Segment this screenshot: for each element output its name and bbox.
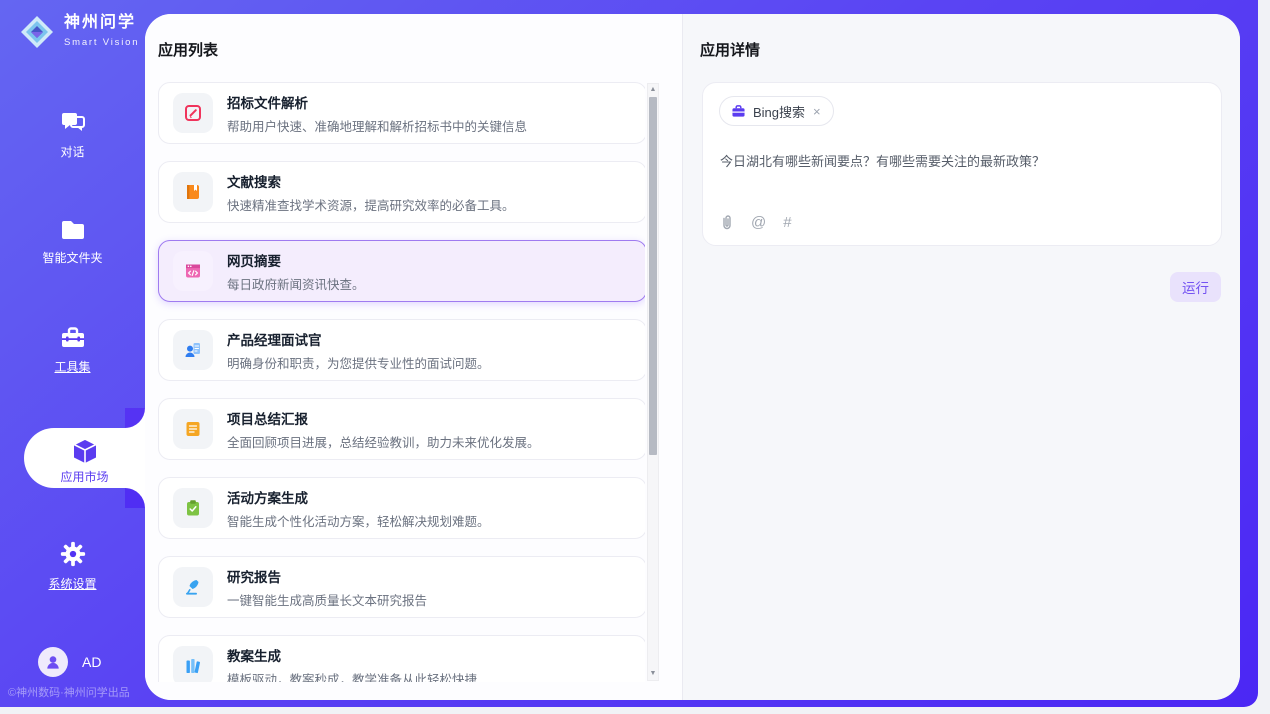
- report-icon: [173, 567, 213, 607]
- scrollbar-thumb[interactable]: [649, 97, 657, 455]
- app-card-title: 教案生成: [227, 645, 477, 665]
- user-account[interactable]: AD: [38, 647, 101, 677]
- app-window: 神州问学 Smart Vision 对话 智能文件夹: [0, 0, 1258, 707]
- brand-logo: 神州问学 Smart Vision: [18, 13, 145, 51]
- app-card-description: 快速精准查找学术资源，提高研究效率的必备工具。: [227, 195, 515, 214]
- content-panel: 应用列表 招标文件解析 帮助用户快速、准确地理解和解析招标书中的关键信息: [145, 14, 1240, 700]
- diamond-logo-icon: [18, 13, 56, 51]
- app-card-title: 研究报告: [227, 566, 427, 586]
- app-card-event-plan[interactable]: 活动方案生成 智能生成个性化活动方案，轻松解决规划难题。: [158, 477, 645, 539]
- sidebar-item-label: 智能文件夹: [0, 249, 145, 266]
- sidebar: 神州问学 Smart Vision 对话 智能文件夹: [0, 0, 145, 707]
- hash-icon[interactable]: #: [783, 215, 791, 230]
- cube-icon: [24, 436, 145, 466]
- sidebar-item-smart-folder[interactable]: 智能文件夹: [0, 218, 145, 266]
- sidebar-item-label: 对话: [0, 143, 145, 160]
- briefcase-icon: [731, 105, 746, 118]
- app-card-title: 文献搜索: [227, 171, 515, 191]
- scroll-down-arrow[interactable]: ▼: [648, 669, 658, 679]
- run-button[interactable]: 运行: [1170, 272, 1221, 302]
- user-name: AD: [82, 654, 101, 670]
- app-card-description: 帮助用户快速、准确地理解和解析招标书中的关键信息: [227, 116, 527, 135]
- tool-tag-label: Bing搜索: [753, 102, 805, 121]
- app-card-description: 明确身份和职责，为您提供专业性的面试问题。: [227, 353, 490, 372]
- app-card-title: 招标文件解析: [227, 92, 527, 112]
- prompt-toolbar: @ #: [720, 214, 792, 231]
- sidebar-item-label: 应用市场: [24, 468, 145, 485]
- sidebar-item-app-market[interactable]: 应用市场: [24, 428, 145, 488]
- app-card-title: 产品经理面试官: [227, 329, 490, 349]
- sidebar-item-settings[interactable]: 系统设置: [0, 540, 145, 592]
- app-card-research-report[interactable]: 研究报告 一键智能生成高质量长文本研究报告: [158, 556, 645, 618]
- app-detail-title: 应用详情: [700, 39, 760, 60]
- avatar: [38, 647, 68, 677]
- interviewer-icon: [173, 330, 213, 370]
- app-card-description: 智能生成个性化活动方案，轻松解决规划难题。: [227, 511, 490, 530]
- app-card-description: 模板驱动，教案秒成，教学准备从此轻松快捷: [227, 669, 477, 683]
- app-card-description: 每日政府新闻资讯快查。: [227, 274, 365, 293]
- sidebar-item-label: 工具集: [0, 358, 145, 375]
- app-card-title: 网页摘要: [227, 250, 365, 270]
- sidebar-item-chat[interactable]: 对话: [0, 108, 145, 160]
- sidebar-item-label: 系统设置: [0, 575, 145, 592]
- toolbox-icon: [0, 325, 145, 351]
- attachment-icon[interactable]: [720, 214, 734, 231]
- copyright-footer: ©神州数码·神州问学出品: [8, 684, 130, 700]
- brand-name: 神州问学: [64, 14, 136, 31]
- app-card-project-summary[interactable]: 项目总结汇报 全面回顾项目进展，总结经验教训，助力未来优化发展。: [158, 398, 645, 460]
- app-card-description: 全面回顾项目进展，总结经验教训，助力未来优化发展。: [227, 432, 540, 451]
- book-icon: [173, 172, 213, 212]
- active-bubble-notch-top: [125, 408, 145, 428]
- gear-icon: [0, 540, 145, 568]
- sidebar-item-toolset[interactable]: 工具集: [0, 325, 145, 375]
- app-list-section: 应用列表 招标文件解析 帮助用户快速、准确地理解和解析招标书中的关键信息: [145, 14, 683, 700]
- brand-tagline: Smart Vision: [64, 37, 139, 48]
- chat-icon: [0, 108, 145, 136]
- app-list-title: 应用列表: [158, 39, 218, 60]
- tag-remove-icon[interactable]: ×: [812, 104, 822, 119]
- app-card-web-summary[interactable]: 网页摘要 每日政府新闻资讯快查。: [158, 240, 645, 302]
- app-detail-section: 应用详情 Bing搜索 × 今日湖北有哪些新闻要点？有哪些需要关注的最新政策？: [683, 14, 1240, 700]
- list-scrollbar[interactable]: ▲ ▼: [647, 83, 659, 681]
- mention-icon[interactable]: @: [751, 215, 766, 230]
- app-card-bid-document-parse[interactable]: 招标文件解析 帮助用户快速、准确地理解和解析招标书中的关键信息: [158, 82, 645, 144]
- app-card-description: 一键智能生成高质量长文本研究报告: [227, 590, 427, 609]
- note-icon: [173, 409, 213, 449]
- app-card-literature-search[interactable]: 文献搜索 快速精准查找学术资源，提高研究效率的必备工具。: [158, 161, 645, 223]
- scroll-up-arrow[interactable]: ▲: [648, 85, 658, 95]
- books-icon: [173, 646, 213, 682]
- prompt-input[interactable]: 今日湖北有哪些新闻要点？有哪些需要关注的最新政策？: [720, 151, 1205, 170]
- tool-tag-bing-search[interactable]: Bing搜索 ×: [719, 96, 834, 126]
- active-bubble-notch-bottom: [125, 488, 145, 508]
- app-card-title: 活动方案生成: [227, 487, 490, 507]
- app-card-lesson-plan[interactable]: 教案生成 模板驱动，教案秒成，教学准备从此轻松快捷: [158, 635, 645, 682]
- app-list: 招标文件解析 帮助用户快速、准确地理解和解析招标书中的关键信息 文献搜索: [145, 82, 645, 682]
- app-card-pm-interviewer[interactable]: 产品经理面试官 明确身份和职责，为您提供专业性的面试问题。: [158, 319, 645, 381]
- browser-code-icon: [173, 251, 213, 291]
- doc-edit-icon: [173, 93, 213, 133]
- app-card-title: 项目总结汇报: [227, 408, 540, 428]
- clipboard-icon: [173, 488, 213, 528]
- folder-icon: [0, 218, 145, 242]
- prompt-card: Bing搜索 × 今日湖北有哪些新闻要点？有哪些需要关注的最新政策？ @ #: [702, 82, 1222, 246]
